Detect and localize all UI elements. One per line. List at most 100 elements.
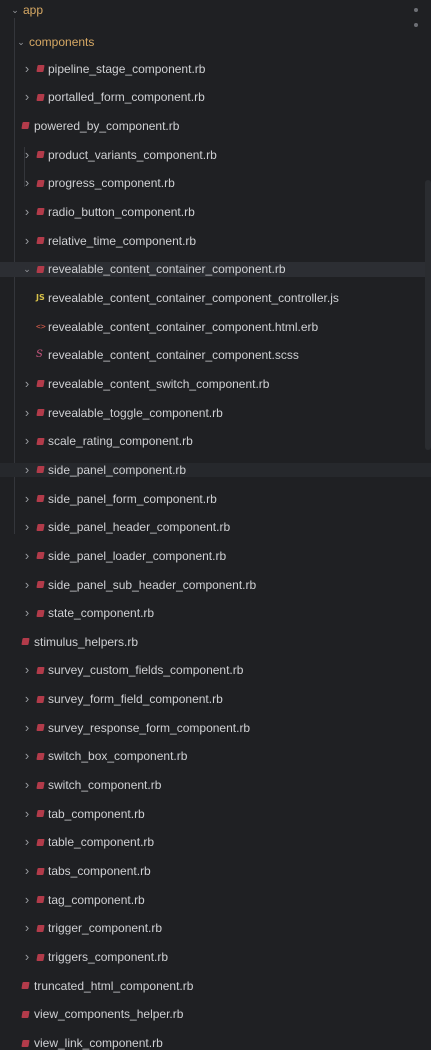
folder-row-components[interactable]: ⌄ components <box>0 35 431 49</box>
ruby-file-icon <box>36 380 45 388</box>
folder-row-app[interactable]: ⌄ app <box>0 3 431 17</box>
modified-indicator-icon <box>414 8 418 12</box>
ruby-file-icon <box>36 265 45 273</box>
chevron-right-icon[interactable]: › <box>22 921 32 936</box>
file-row[interactable]: › tab_component.rb <box>0 806 431 821</box>
ruby-file-icon <box>21 638 30 646</box>
file-row[interactable]: Srevealable_content_container_component.… <box>0 348 431 362</box>
chevron-right-icon[interactable]: › <box>22 462 32 477</box>
ruby-file-icon <box>36 208 45 216</box>
file-label: side_panel_component.rb <box>48 462 187 477</box>
file-row[interactable]: › tag_component.rb <box>0 892 431 907</box>
file-row[interactable]: › product_variants_component.rb <box>0 147 431 162</box>
chevron-right-icon[interactable]: › <box>22 806 32 821</box>
chevron-right-icon[interactable]: › <box>22 749 32 764</box>
file-row[interactable]: JS revealable_content_container_component… <box>0 291 431 305</box>
file-label: product_variants_component.rb <box>48 147 217 162</box>
file-row[interactable]: <> revealable_content_container_component… <box>0 320 431 334</box>
ruby-file-icon <box>36 409 45 417</box>
file-label: revealable_content_container_component.r… <box>48 262 286 277</box>
ruby-file-icon <box>36 495 45 503</box>
file-row[interactable]: › progress_component.rb <box>0 175 431 191</box>
chevron-right-icon[interactable]: › <box>22 147 32 162</box>
file-row[interactable]: › relative_time_component.rb <box>0 233 431 248</box>
file-row[interactable]: › pipeline_stage_component.rb <box>0 61 431 76</box>
file-row[interactable]: › survey_form_field_component.rb <box>0 691 431 706</box>
chevron-right-icon[interactable]: › <box>22 548 32 563</box>
ruby-file-icon <box>21 1010 30 1018</box>
chevron-right-icon[interactable]: › <box>22 663 32 678</box>
file-label: progress_component.rb <box>48 176 175 191</box>
chevron-right-icon[interactable]: › <box>22 376 32 391</box>
ruby-file-icon <box>36 752 45 760</box>
file-row[interactable]: stimulus_helpers.rb <box>0 635 431 649</box>
file-label: stimulus_helpers.rb <box>34 634 139 649</box>
file-row[interactable]: › side_panel_sub_header_component.rb <box>0 577 431 592</box>
file-row[interactable]: ⌄ revealable_content_container_component.… <box>0 262 431 277</box>
file-row[interactable]: › state_component.rb <box>0 605 431 621</box>
file-label: radio_button_component.rb <box>48 204 195 219</box>
file-label: state_component.rb <box>48 606 155 621</box>
chevron-down-icon: ⌄ <box>11 5 19 15</box>
chevron-right-icon[interactable]: › <box>22 491 32 506</box>
ruby-file-icon <box>36 523 45 531</box>
file-row[interactable]: › switch_box_component.rb <box>0 749 431 764</box>
file-row[interactable]: › table_component.rb <box>0 835 431 850</box>
file-label: switch_box_component.rb <box>48 749 188 764</box>
chevron-down-icon: ⌄ <box>17 36 25 47</box>
chevron-right-icon[interactable]: › <box>22 519 32 534</box>
chevron-right-icon[interactable]: › <box>22 433 32 448</box>
chevron-right-icon[interactable]: › <box>22 204 32 219</box>
file-row[interactable]: powered_by_component.rb <box>0 119 431 133</box>
file-label: view_link_component.rb <box>34 1036 163 1050</box>
file-label: tabs_component.rb <box>48 864 151 879</box>
ruby-file-icon <box>36 65 45 73</box>
chevron-right-icon[interactable]: › <box>22 949 32 964</box>
scrollbar[interactable] <box>425 180 431 450</box>
file-row[interactable]: › revealable_toggle_component.rb <box>0 405 431 420</box>
file-row[interactable]: view_components_helper.rb <box>0 1007 431 1021</box>
ruby-file-icon <box>36 781 45 789</box>
ruby-file-icon <box>36 724 45 732</box>
file-row[interactable]: › survey_response_form_component.rb <box>0 720 431 735</box>
chevron-right-icon[interactable]: › <box>22 777 32 792</box>
file-row[interactable]: › tabs_component.rb <box>0 863 431 879</box>
file-row[interactable]: › switch_component.rb <box>0 777 431 793</box>
file-row[interactable]: › radio_button_component.rb <box>0 204 431 219</box>
file-row[interactable]: › side_panel_form_component.rb <box>0 491 431 506</box>
chevron-down-icon[interactable]: ⌄ <box>22 262 32 276</box>
chevron-right-icon[interactable]: › <box>22 720 32 735</box>
chevron-right-icon[interactable]: › <box>22 892 32 907</box>
file-row[interactable]: › side_panel_component.rb <box>0 462 431 478</box>
file-label: tag_component.rb <box>48 892 145 907</box>
ruby-file-icon <box>36 924 45 932</box>
chevron-right-icon[interactable]: › <box>22 605 32 620</box>
erb-file-icon: <> <box>36 321 46 331</box>
chevron-right-icon[interactable]: › <box>22 835 32 850</box>
chevron-right-icon[interactable]: › <box>22 61 32 76</box>
ruby-file-icon <box>36 953 45 961</box>
file-row[interactable]: › side_panel_loader_component.rb <box>0 548 431 563</box>
chevron-right-icon[interactable]: › <box>22 89 32 104</box>
file-row[interactable]: › revealable_content_switch_component.rb <box>0 376 431 391</box>
file-row[interactable]: › portalled_form_component.rb <box>0 89 431 104</box>
ruby-file-icon <box>36 609 45 617</box>
chevron-right-icon[interactable]: › <box>22 175 32 190</box>
chevron-right-icon[interactable]: › <box>22 405 32 420</box>
file-row[interactable]: › survey_custom_fields_component.rb <box>0 663 431 678</box>
file-label: switch_component.rb <box>48 778 162 793</box>
file-row[interactable]: › trigger_component.rb <box>0 921 431 936</box>
file-row[interactable]: › side_panel_header_component.rb <box>0 519 431 534</box>
ruby-file-icon <box>36 179 45 187</box>
file-label: view_components_helper.rb <box>34 1007 184 1022</box>
file-label: side_panel_sub_header_component.rb <box>48 577 257 592</box>
chevron-right-icon[interactable]: › <box>22 863 32 878</box>
file-row[interactable]: › scale_rating_component.rb <box>0 433 431 448</box>
file-row[interactable]: › triggers_component.rb <box>0 949 431 964</box>
chevron-right-icon[interactable]: › <box>22 233 32 248</box>
chevron-right-icon[interactable]: › <box>22 577 32 592</box>
ruby-file-icon <box>36 437 45 445</box>
file-row[interactable]: view_link_component.rb <box>0 1036 431 1050</box>
file-row[interactable]: truncated_html_component.rb <box>0 979 431 993</box>
chevron-right-icon[interactable]: › <box>22 691 32 706</box>
